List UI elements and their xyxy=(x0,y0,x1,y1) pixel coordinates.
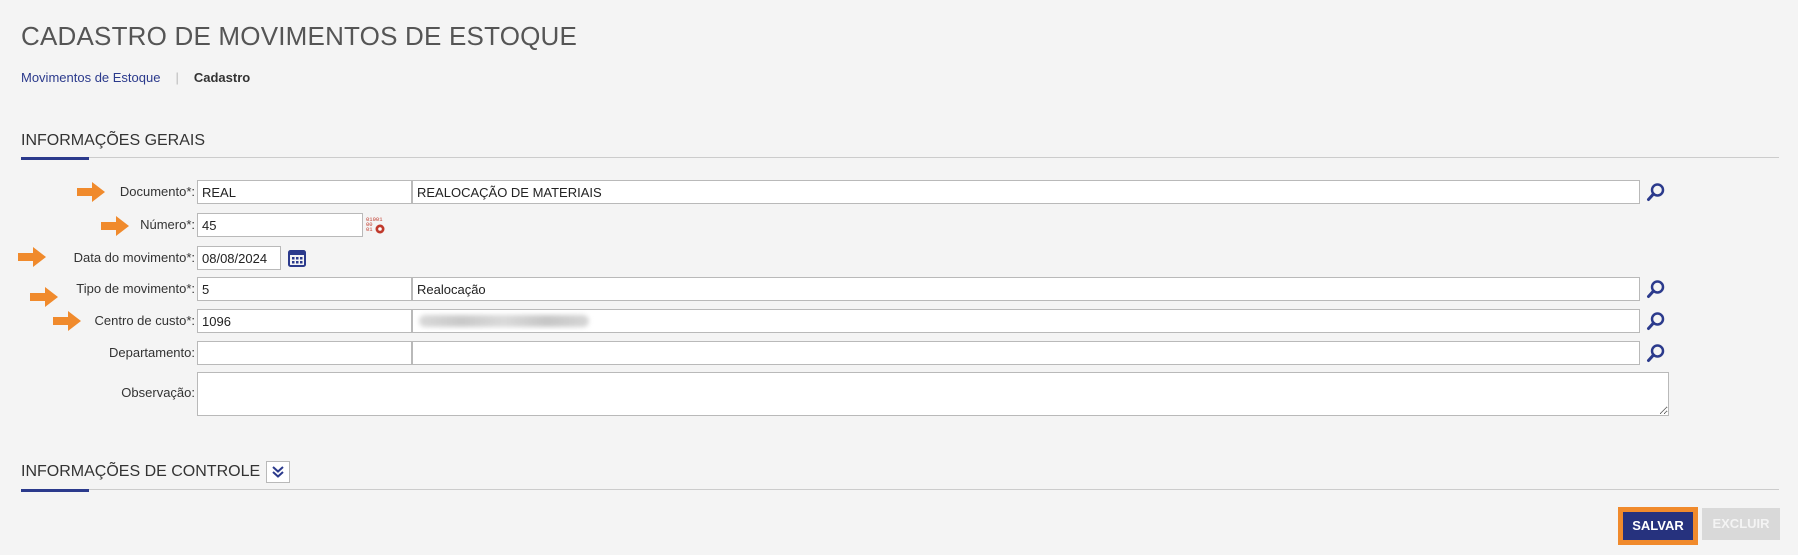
tipo-movimento-code-input[interactable] xyxy=(197,277,412,301)
breadcrumb-current: Cadastro xyxy=(193,70,251,85)
departamento-description-input[interactable] xyxy=(412,341,1640,365)
section-accent-general xyxy=(21,157,89,160)
save-button-label: SALVAR xyxy=(1623,512,1693,540)
documento-label: Documento*: xyxy=(119,184,195,199)
data-movimento-label: Data do movimento*: xyxy=(73,250,195,265)
calendar-icon[interactable] xyxy=(285,246,309,270)
breadcrumb: Movimentos de Estoque | Cadastro xyxy=(21,70,250,85)
centro-custo-description-input[interactable] xyxy=(412,309,1640,333)
centro-custo-code-input[interactable] xyxy=(197,309,412,333)
arrow-right-icon xyxy=(77,182,105,202)
redacted-text xyxy=(419,315,589,327)
breadcrumb-link-movimentos[interactable]: Movimentos de Estoque xyxy=(21,70,160,85)
arrow-right-icon xyxy=(53,311,81,331)
observacao-label: Observação: xyxy=(121,385,195,400)
numero-input[interactable] xyxy=(197,213,363,237)
section-divider-general xyxy=(21,157,1779,158)
tipo-movimento-search-icon[interactable] xyxy=(1644,277,1668,301)
arrow-right-icon xyxy=(101,216,129,236)
save-button[interactable]: SALVAR xyxy=(1618,507,1698,545)
section-title-general: INFORMAÇÕES GERAIS xyxy=(21,132,206,149)
page-title: CADASTRO DE MOVIMENTOS DE ESTOQUE xyxy=(21,21,578,51)
section-divider-control xyxy=(21,489,1779,490)
departamento-label: Departamento: xyxy=(109,345,195,360)
breadcrumb-separator: | xyxy=(175,70,179,85)
tipo-movimento-description-input[interactable] xyxy=(412,277,1640,301)
arrow-right-icon xyxy=(18,247,46,267)
section-accent-control xyxy=(21,489,89,492)
documento-search-icon[interactable] xyxy=(1644,180,1668,204)
centro-custo-search-icon[interactable] xyxy=(1644,309,1668,333)
double-chevron-down-icon[interactable] xyxy=(266,461,290,483)
documento-code-input[interactable] xyxy=(197,180,412,204)
numero-label: Número*: xyxy=(140,217,195,232)
delete-button[interactable]: EXCLUIR xyxy=(1702,508,1780,540)
data-movimento-input[interactable] xyxy=(197,246,281,270)
observacao-textarea[interactable] xyxy=(197,372,1669,416)
documento-description-input[interactable] xyxy=(412,180,1640,204)
section-title-control: INFORMAÇÕES DE CONTROLE xyxy=(21,463,261,480)
arrow-right-icon xyxy=(30,287,58,307)
centro-custo-label: Centro de custo*: xyxy=(94,313,195,328)
tipo-movimento-label: Tipo de movimento*: xyxy=(76,281,195,296)
number-generator-icon[interactable]: 01001 00 01 xyxy=(364,213,388,237)
svg-text:01: 01 xyxy=(366,226,373,233)
departamento-search-icon[interactable] xyxy=(1644,341,1668,365)
departamento-code-input[interactable] xyxy=(197,341,412,365)
